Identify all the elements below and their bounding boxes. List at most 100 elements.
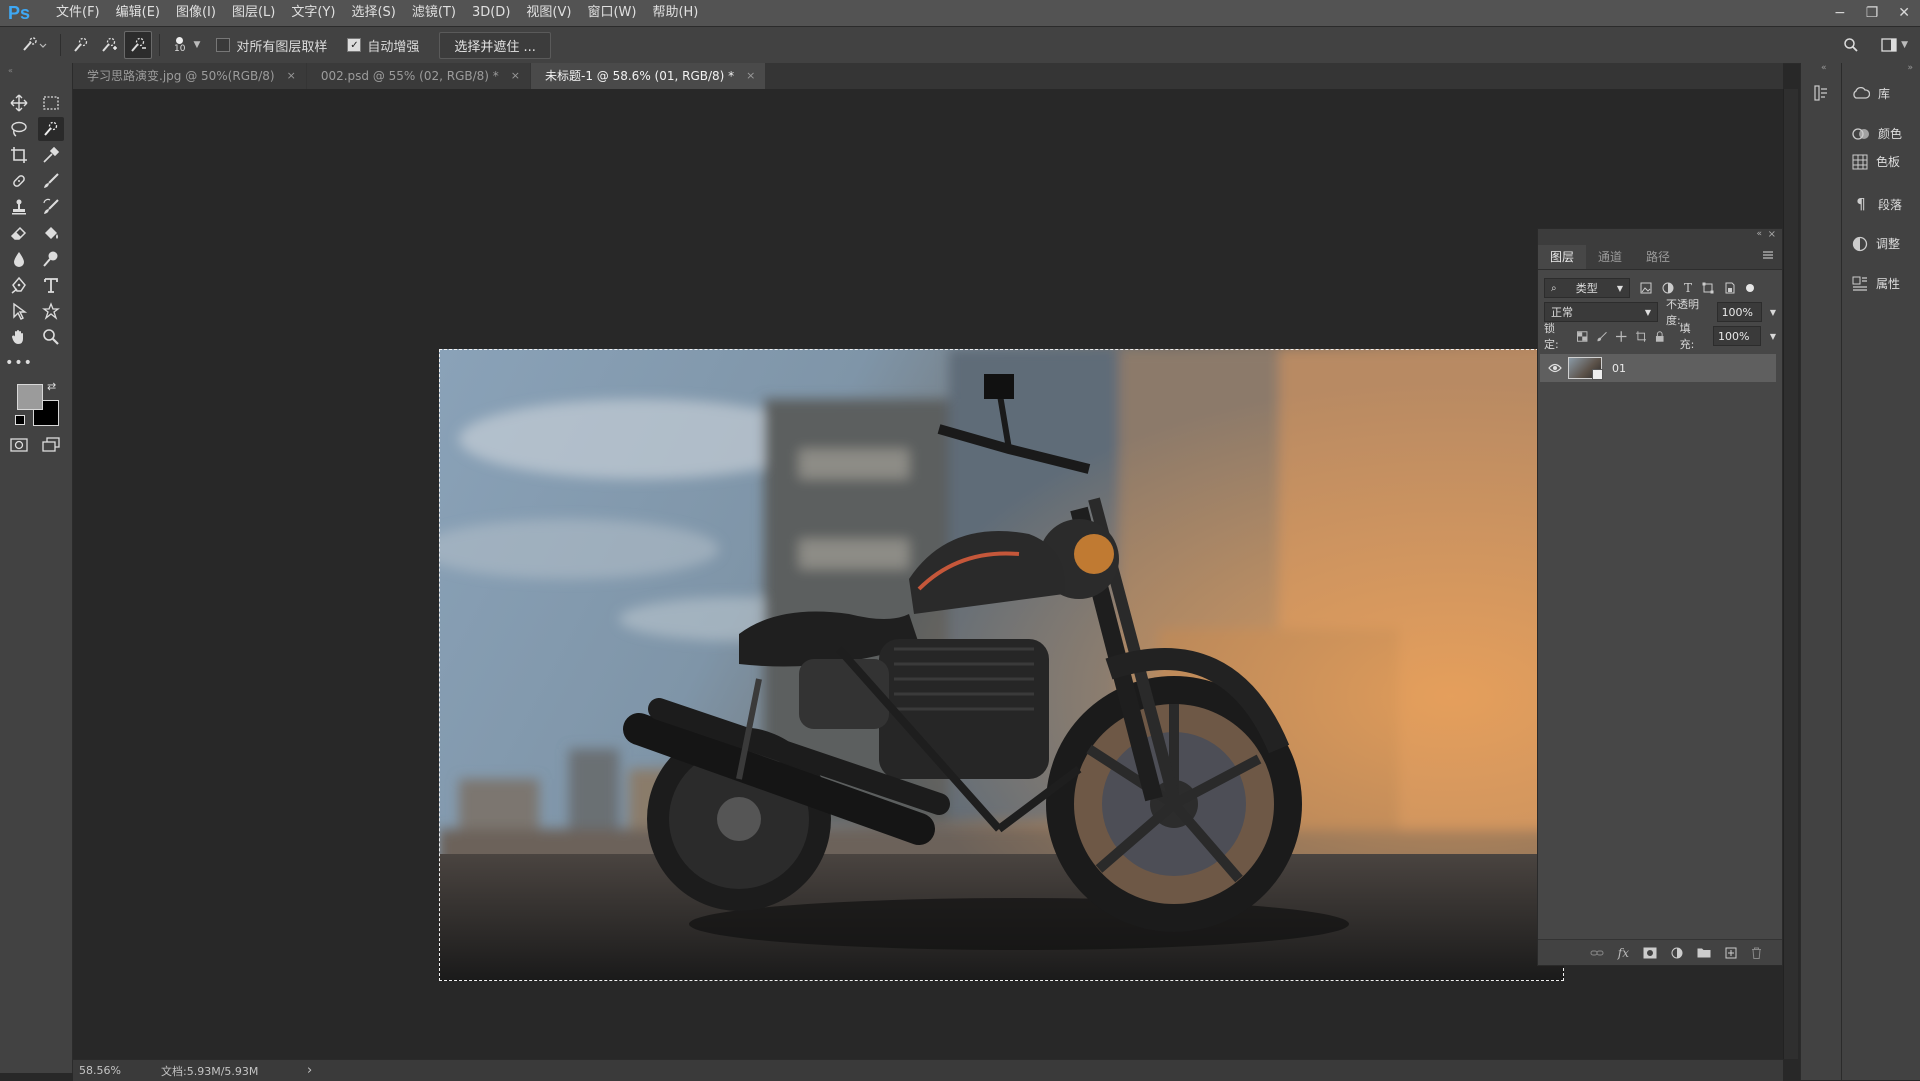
filter-kind-select[interactable]: ⌕ 类型 ▼ [1544, 278, 1630, 298]
brush-tool[interactable] [38, 169, 64, 193]
menu-image[interactable]: 图像(I) [168, 0, 224, 26]
filter-toggle-icon[interactable] [1746, 284, 1755, 292]
opacity-input[interactable]: 100% [1716, 302, 1762, 322]
tab-layers[interactable]: 图层 [1538, 245, 1587, 269]
screen-mode-button[interactable] [38, 433, 64, 457]
shape-layer-filter-icon[interactable] [1702, 282, 1714, 294]
swap-colors-icon[interactable]: ⇄ [47, 380, 56, 393]
menu-filter[interactable]: 滤镜(T) [404, 0, 464, 26]
edit-toolbar-button[interactable]: ••• [5, 351, 32, 375]
panel-menu-icon[interactable] [1762, 250, 1774, 260]
lock-image-pixels-icon[interactable] [1597, 331, 1607, 342]
dock-item-properties[interactable]: 属性 [1852, 275, 1900, 292]
new-layer-icon[interactable] [1725, 947, 1737, 959]
pen-tool[interactable] [6, 273, 32, 297]
type-tool[interactable] [38, 273, 64, 297]
document-tab-active[interactable]: 未标题-1 @ 58.6% (01, RGB/8) * × [531, 63, 766, 89]
eraser-tool[interactable] [6, 221, 32, 245]
layer-thumbnail[interactable] [1568, 357, 1603, 380]
dock-item-paragraph[interactable]: ¶ 段落 [1852, 195, 1902, 213]
canvas-area[interactable] [73, 89, 1783, 1059]
move-tool[interactable] [6, 91, 32, 115]
menu-edit[interactable]: 编辑(E) [108, 0, 168, 26]
dock-item-adjustments[interactable]: 调整 [1852, 235, 1900, 252]
collapse-panel-icon[interactable]: « [1756, 229, 1762, 239]
chevron-down-icon[interactable]: ▼ [1770, 308, 1776, 317]
blend-mode-select[interactable]: 正常 ▼ [1544, 302, 1658, 322]
collapse-toolbox-icon[interactable]: « [8, 66, 13, 75]
select-and-mask-button[interactable]: 选择并遮住 ... [439, 31, 551, 59]
new-adjustment-layer-icon[interactable] [1671, 947, 1683, 959]
zoom-tool[interactable] [38, 325, 64, 349]
chevron-down-icon[interactable]: ▼ [1770, 332, 1776, 341]
lock-artboard-icon[interactable] [1635, 330, 1647, 342]
visibility-eye-icon[interactable] [1548, 363, 1562, 373]
adjustment-layer-filter-icon[interactable] [1662, 282, 1674, 294]
history-panel-icon[interactable] [1813, 85, 1829, 101]
document-tab[interactable]: 002.psd @ 55% (02, RGB/8) * × [306, 63, 530, 89]
minimize-button[interactable]: − [1834, 5, 1846, 21]
link-layers-icon[interactable] [1590, 948, 1604, 958]
lock-all-icon[interactable] [1655, 330, 1664, 342]
auto-enhance-option[interactable]: ✓ 自动增强 [347, 36, 419, 55]
history-brush-tool[interactable] [38, 195, 64, 219]
status-menu-arrow[interactable]: › [307, 1063, 312, 1078]
type-layer-filter-icon[interactable]: T [1684, 281, 1692, 295]
workspace-switcher[interactable]: ▼ [1881, 38, 1908, 52]
add-to-selection-mode[interactable] [96, 32, 122, 58]
fx-icon[interactable]: fx [1618, 946, 1629, 960]
subtract-from-selection-mode[interactable] [124, 31, 152, 59]
menu-select[interactable]: 选择(S) [343, 0, 403, 26]
collapse-dock-icon[interactable]: » [1907, 63, 1913, 73]
dodge-tool[interactable] [38, 247, 64, 271]
fill-input[interactable]: 100% [1713, 326, 1761, 346]
dock-item-swatches[interactable]: 色板 [1852, 153, 1900, 170]
expand-panels-icon[interactable]: « [1821, 63, 1827, 73]
default-colors-icon[interactable] [15, 415, 25, 425]
auto-enhance-checkbox[interactable]: ✓ [347, 38, 362, 52]
restore-button[interactable]: ❐ [1866, 5, 1879, 21]
menu-window[interactable]: 窗口(W) [579, 0, 644, 26]
crop-tool[interactable] [6, 143, 32, 167]
menu-3d[interactable]: 3D(D) [464, 0, 518, 26]
custom-shape-tool[interactable] [38, 299, 64, 323]
menu-help[interactable]: 帮助(H) [644, 0, 706, 26]
close-tab-icon[interactable]: × [746, 63, 755, 89]
dock-item-library[interactable]: 库 [1852, 85, 1890, 102]
close-button[interactable]: ✕ [1898, 5, 1910, 21]
document-tab[interactable]: 学习思路演变.jpg @ 50%(RGB/8) × [73, 63, 306, 89]
menu-view[interactable]: 视图(V) [518, 0, 579, 26]
smart-object-filter-icon[interactable] [1724, 282, 1736, 294]
vertical-scrollbar[interactable] [1783, 89, 1798, 1059]
document-canvas[interactable] [439, 349, 1564, 981]
tab-channels[interactable]: 通道 [1586, 245, 1634, 269]
healing-brush-tool[interactable] [6, 169, 32, 193]
dock-item-color[interactable]: 颜色 [1852, 125, 1902, 142]
new-selection-mode[interactable] [68, 32, 94, 58]
sample-all-layers-option[interactable]: 对所有图层取样 [216, 36, 327, 55]
close-panel-icon[interactable]: × [1768, 229, 1776, 240]
new-group-icon[interactable] [1697, 947, 1711, 958]
sample-all-layers-checkbox[interactable] [216, 38, 231, 52]
hand-tool[interactable] [6, 325, 32, 349]
close-tab-icon[interactable]: × [287, 63, 296, 89]
tool-preset-picker[interactable] [14, 32, 54, 58]
quick-selection-tool[interactable] [38, 117, 64, 141]
lasso-tool[interactable] [6, 117, 32, 141]
lock-transparent-pixels-icon[interactable] [1577, 330, 1588, 342]
quick-mask-button[interactable] [6, 433, 32, 457]
delete-layer-icon[interactable] [1751, 947, 1762, 959]
search-icon[interactable] [1843, 37, 1859, 53]
tab-paths[interactable]: 路径 [1634, 245, 1682, 269]
layer-name[interactable]: 01 [1612, 362, 1626, 375]
menu-type[interactable]: 文字(Y) [283, 0, 343, 26]
brush-size-picker[interactable]: 10 ▼ [174, 36, 200, 54]
blur-tool[interactable] [6, 247, 32, 271]
clone-stamp-tool[interactable] [6, 195, 32, 219]
close-tab-icon[interactable]: × [511, 63, 520, 89]
zoom-level[interactable]: 58.56% [73, 1064, 159, 1077]
menu-layer[interactable]: 图层(L) [224, 0, 283, 26]
paint-bucket-tool[interactable] [38, 221, 64, 245]
layer-row[interactable]: 01 [1540, 354, 1776, 382]
rectangular-marquee-tool[interactable] [38, 91, 64, 115]
